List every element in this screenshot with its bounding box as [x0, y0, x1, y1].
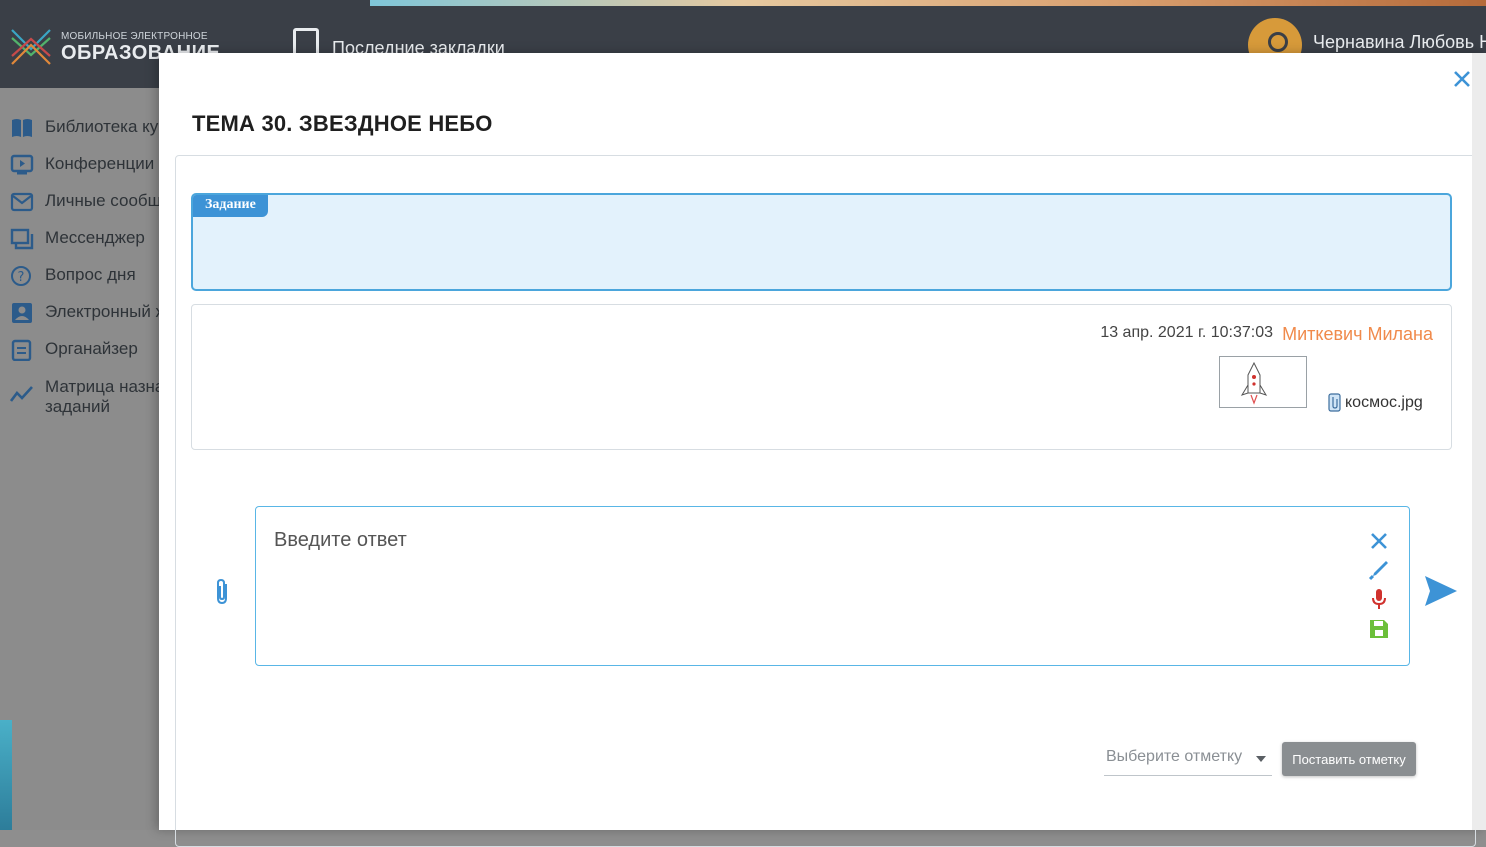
attachment-thumbnail[interactable]	[1219, 356, 1307, 408]
logo-icon	[11, 29, 51, 65]
grade-select-placeholder: Выберите отметку	[1106, 748, 1243, 765]
answer-author[interactable]: Миткевич Милана	[1282, 324, 1433, 345]
logo-subtitle: МОБИЛЬНОЕ ЭЛЕКТРОННОЕ	[61, 31, 208, 42]
contact-icon	[12, 303, 32, 323]
clear-icon[interactable]	[1367, 529, 1391, 553]
microphone-icon[interactable]	[1367, 587, 1391, 611]
reply-field[interactable]: Введите ответ	[255, 506, 1410, 666]
book-icon	[12, 119, 32, 137]
grade-select[interactable]: Выберите отметку	[1104, 743, 1272, 776]
task-badge: Задание	[193, 195, 268, 217]
sidebar: Библиотека курсов Конференции Личные соо…	[0, 88, 222, 830]
reply-placeholder: Введите ответ	[274, 529, 407, 551]
decorative-background	[0, 720, 12, 830]
scrollbar[interactable]	[1472, 53, 1486, 830]
pencil-icon[interactable]	[1367, 558, 1391, 582]
decorative-stripe	[370, 0, 1486, 6]
page-title: ТЕМА 30. ЗВЕЗДНОЕ НЕБО	[192, 111, 493, 136]
sidebar-item-label: Органайзер	[45, 339, 138, 358]
sidebar-item-organizer[interactable]: Органайзер	[10, 339, 138, 361]
sidebar-item-messenger[interactable]: Мессенджер	[10, 228, 145, 250]
question-icon: ?	[11, 266, 31, 286]
chat-icon	[10, 228, 34, 250]
chevron-down-icon	[1256, 756, 1266, 762]
task-modal: ТЕМА 30. ЗВЕЗДНОЕ НЕБО Задание 13 апр. 2…	[159, 53, 1486, 847]
sidebar-item-label: Мессенджер	[45, 228, 145, 247]
answer-timestamp: 13 апр. 2021 г. 10:37:03	[1100, 324, 1273, 341]
save-icon[interactable]	[1367, 617, 1391, 641]
sidebar-item-question[interactable]: ? Вопрос дня	[10, 265, 136, 287]
attachment-filename: космос.jpg	[1345, 394, 1423, 411]
sidebar-item-label: Конференции	[45, 154, 155, 173]
close-icon[interactable]	[1450, 67, 1474, 91]
student-answer: 13 апр. 2021 г. 10:37:03 Миткевич Милана…	[191, 304, 1452, 450]
task-box: Задание	[191, 193, 1452, 291]
mail-icon	[10, 192, 34, 212]
set-grade-button[interactable]: Поставить отметку	[1282, 742, 1416, 776]
svg-text:?: ?	[18, 270, 25, 285]
attachment-icon	[1328, 393, 1341, 412]
trend-icon	[10, 386, 33, 402]
attachment-link[interactable]: космос.jpg	[1327, 393, 1423, 413]
calendar-icon	[11, 339, 32, 361]
video-icon	[10, 154, 34, 175]
send-icon[interactable]	[1423, 573, 1459, 609]
paperclip-icon[interactable]	[214, 578, 232, 606]
sidebar-item-conferences[interactable]: Конференции	[10, 154, 154, 176]
rocket-icon	[1240, 361, 1268, 405]
sidebar-item-label: Вопрос дня	[45, 265, 136, 284]
user-name[interactable]: Чернавина Любовь Н	[1313, 32, 1486, 53]
